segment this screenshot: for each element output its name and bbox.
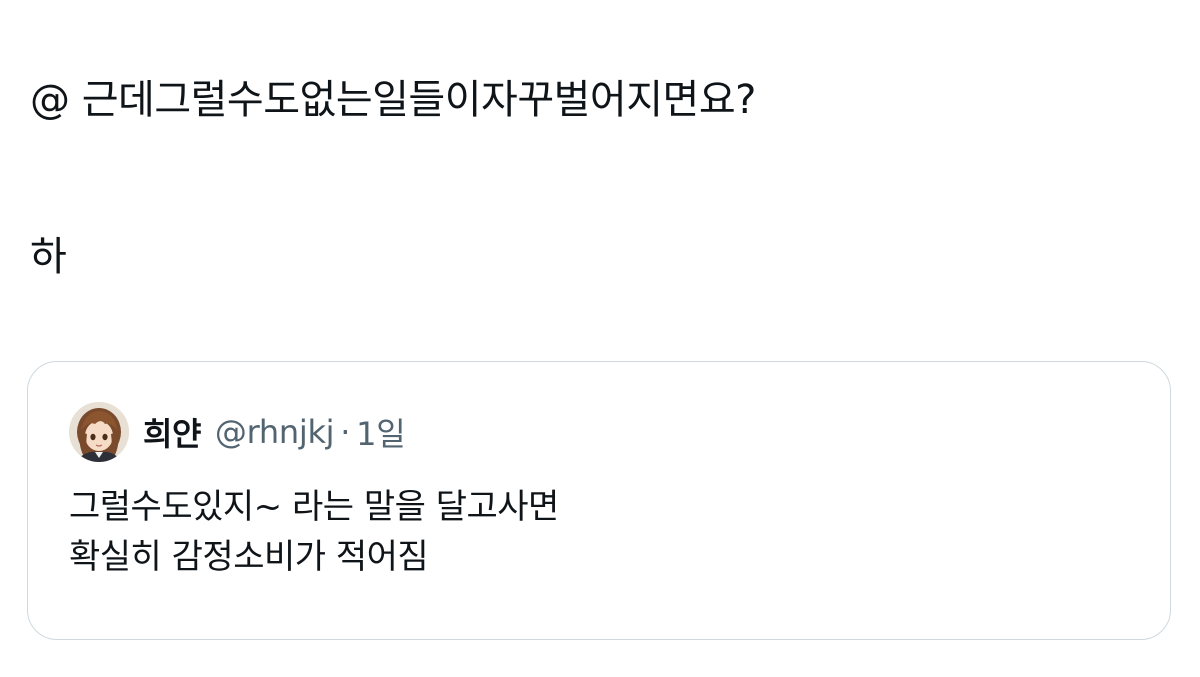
anime-character-avatar-icon	[69, 402, 129, 462]
tweet-text-line-2: 하	[30, 234, 67, 280]
tweet-text-line-1: @ 근데그럴수도없는일들이자꾸벌어지면요?	[30, 77, 756, 123]
quoted-tweet-header: 희얀 @rhnjkj · 1일	[69, 402, 406, 462]
meta-separator: ·	[340, 413, 351, 451]
quoted-tweet-card[interactable]: 희얀 @rhnjkj · 1일 그럴수도있지~ 라는 말을 달고사면 확실히 감…	[27, 361, 1171, 640]
quoted-author-name[interactable]: 희얀	[143, 409, 201, 455]
quoted-body-line-1: 그럴수도있지~ 라는 말을 달고사면	[69, 487, 559, 527]
quoted-body-line-2: 확실히 감정소비가 적어짐	[69, 537, 429, 577]
avatar[interactable]	[69, 402, 129, 462]
quoted-author-handle[interactable]: @rhnjkj	[215, 413, 335, 451]
tweet: @ 근데그럴수도없는일들이자꾸벌어지면요? 하 희얀 @rhnjkj · 1일 …	[0, 0, 1200, 677]
quoted-post-time[interactable]: 1일	[356, 409, 406, 455]
quoted-tweet-body: 그럴수도있지~ 라는 말을 달고사면 확실히 감정소비가 적어짐	[69, 482, 559, 582]
